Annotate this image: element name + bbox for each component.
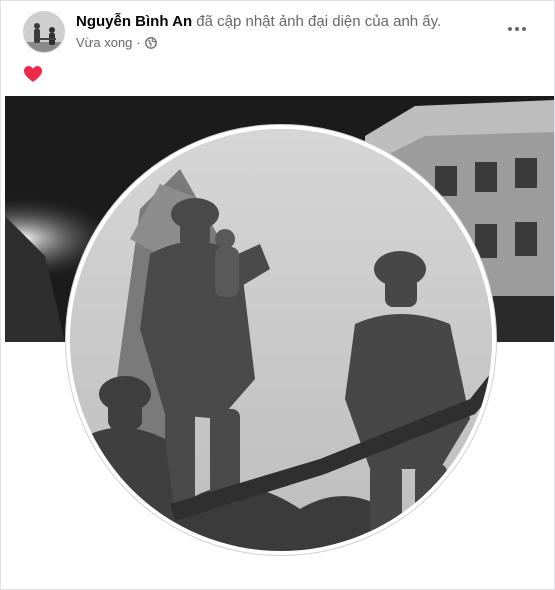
heart-icon [23,65,43,83]
meta-separator: · [136,35,141,50]
author-name-link[interactable]: Nguyễn Bình An [76,13,192,30]
post-timestamp[interactable]: Vừa xong [76,35,132,50]
globe-icon [144,36,157,49]
avatar-image [24,12,64,52]
post-meta: Vừa xong · [76,35,157,50]
feed-post: Nguyễn Bình An đã cập nhật ảnh đại diện … [0,0,555,590]
post-header-line: Nguyễn Bình An đã cập nhật ảnh đại diện … [76,12,496,32]
profile-picture[interactable] [66,125,496,555]
post-action-text: đã cập nhật ảnh đại diện của anh ấy. [192,13,442,30]
author-avatar[interactable] [23,11,65,53]
more-options-icon[interactable] [501,17,533,41]
profile-picture-image [70,129,492,551]
